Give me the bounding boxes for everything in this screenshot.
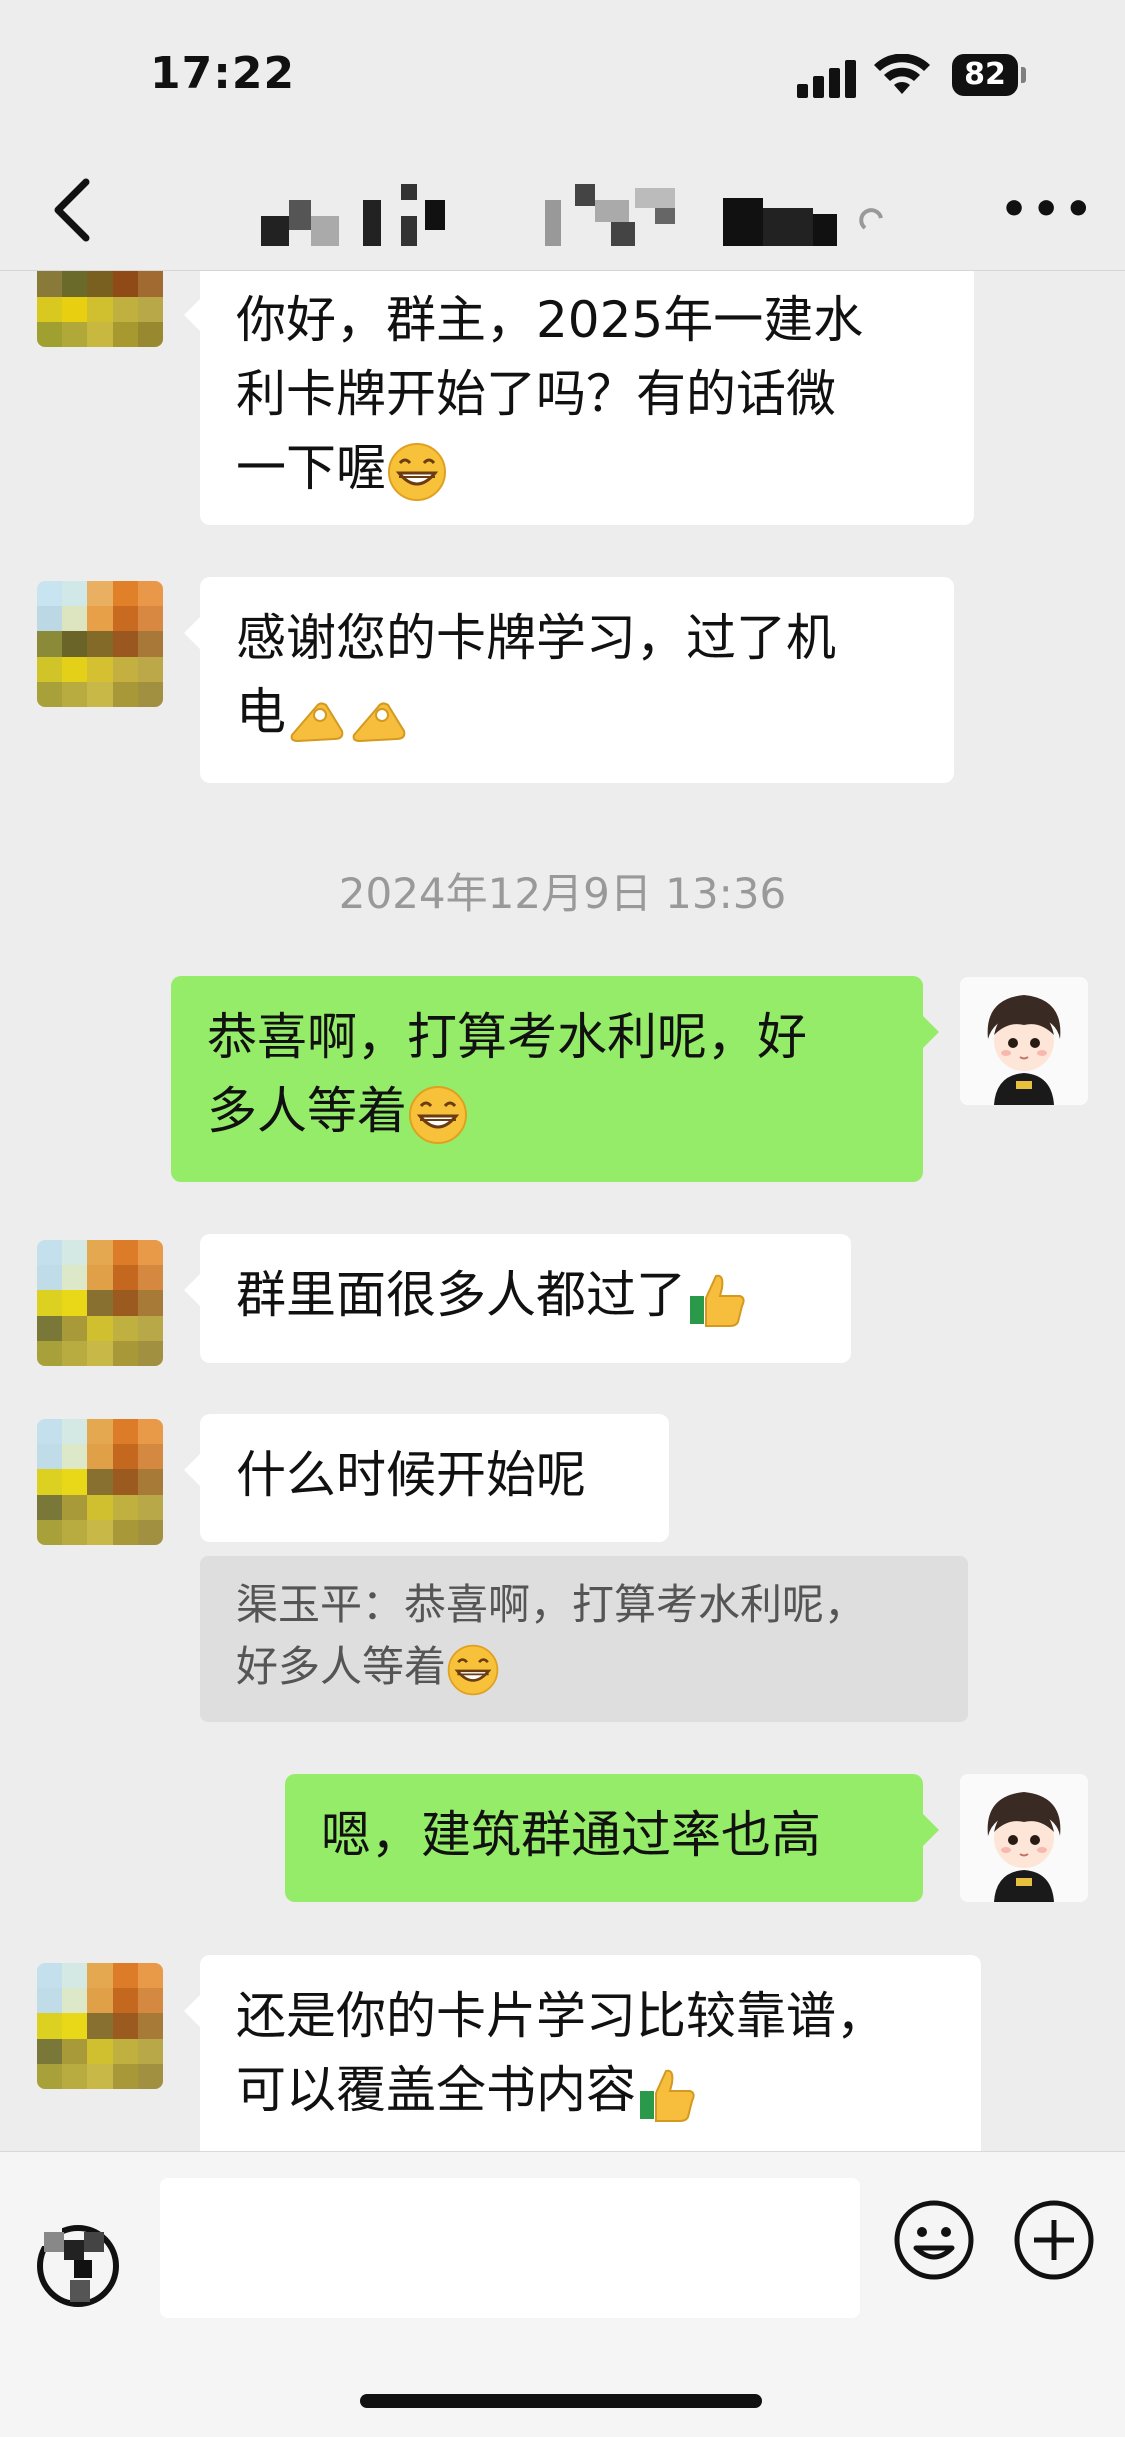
quoted-reply[interactable]: 渠玉平：恭喜啊，打算考水利呢， 好多人等着 <box>200 1556 968 1722</box>
contact-avatar[interactable] <box>37 271 163 347</box>
message-text: 什么时候开始呢 <box>236 1446 586 1504</box>
message-text: 多人等着 <box>207 1082 407 1140</box>
emoji-picker-icon[interactable] <box>892 2198 976 2282</box>
message-bubble[interactable]: 群里面很多人都过了 <box>184 1234 851 1363</box>
thumbs-up-emoji-icon <box>690 1274 745 1327</box>
message-text: 利卡牌开始了吗？有的话微 <box>236 365 836 423</box>
message-bubble[interactable]: 还是你的卡片学习比较靠谱， 可以覆盖全书内容 <box>184 1955 981 2151</box>
quoted-text: 渠玉平：恭喜啊，打算考水利呢， <box>236 1580 867 1629</box>
status-bar: 17:22 82 <box>0 0 1125 150</box>
message-bubble[interactable]: 感谢您的卡牌学习，过了机 电 <box>184 577 954 783</box>
message-text: 一下喔 <box>236 439 386 497</box>
quoted-text: 好多人等着 <box>236 1642 447 1691</box>
contact-avatar[interactable] <box>37 1963 163 2089</box>
message-timestamp: 2024年12月9日 13:36 <box>338 869 787 918</box>
cartoon-boy-avatar-icon <box>960 977 1088 1105</box>
message-text: 嗯，建筑群通过率也高 <box>321 1806 821 1864</box>
wifi-icon <box>874 54 930 94</box>
thumbs-up-emoji-icon <box>640 2069 695 2122</box>
plus-more-icon[interactable] <box>1012 2198 1096 2282</box>
message-text: 感谢您的卡牌学习，过了机 <box>236 609 836 667</box>
status-time: 17:22 <box>150 48 296 99</box>
message-bubble[interactable]: 什么时候开始呢 <box>184 1414 669 1542</box>
ok-hand-emoji-icon <box>290 701 344 742</box>
chat-title-redacted <box>261 184 883 246</box>
self-avatar[interactable] <box>960 1774 1088 1902</box>
ok-hand-emoji-icon <box>352 701 406 742</box>
message-list[interactable]: 你好，群主，2025年一建水 利卡牌开始了吗？有的话微 一下喔 感谢您的卡牌学习… <box>0 271 1125 2151</box>
message-text: 还是你的卡片学习比较靠谱， <box>236 1987 886 2045</box>
message-text: 可以覆盖全书内容 <box>236 2061 636 2119</box>
message-text: 你好，群主，2025年一建水 <box>236 291 864 349</box>
back-chevron-icon[interactable] <box>44 170 104 250</box>
cellular-signal-icon <box>797 60 859 98</box>
message-bubble-self[interactable]: 嗯，建筑群通过率也高 <box>285 1774 939 1902</box>
contact-avatar[interactable] <box>37 581 163 707</box>
message-input[interactable] <box>160 2178 860 2318</box>
grinning-face-emoji-icon <box>388 442 446 501</box>
self-avatar[interactable] <box>960 977 1088 1105</box>
chat-header: ••• <box>0 150 1125 271</box>
message-text: 电 <box>236 683 286 741</box>
voice-input-icon[interactable] <box>30 2218 126 2314</box>
contact-avatar[interactable] <box>37 1419 163 1545</box>
grinning-face-emoji-icon <box>447 1644 499 1695</box>
message-bubble-self[interactable]: 恭喜啊，打算考水利呢，好 多人等着 <box>171 976 939 1182</box>
contact-avatar[interactable] <box>37 1240 163 1366</box>
battery-tip <box>1021 67 1026 83</box>
home-indicator[interactable] <box>360 2394 762 2408</box>
more-options-icon[interactable]: ••• <box>1000 188 1096 232</box>
battery-icon: 82 <box>952 54 1018 96</box>
cartoon-boy-avatar-icon <box>960 1774 1088 1902</box>
grinning-face-emoji-icon <box>409 1085 467 1144</box>
message-bubble[interactable]: 你好，群主，2025年一建水 利卡牌开始了吗？有的话微 一下喔 <box>184 271 974 525</box>
message-text: 群里面很多人都过了 <box>236 1266 686 1324</box>
message-text: 恭喜啊，打算考水利呢，好 <box>207 1008 807 1066</box>
